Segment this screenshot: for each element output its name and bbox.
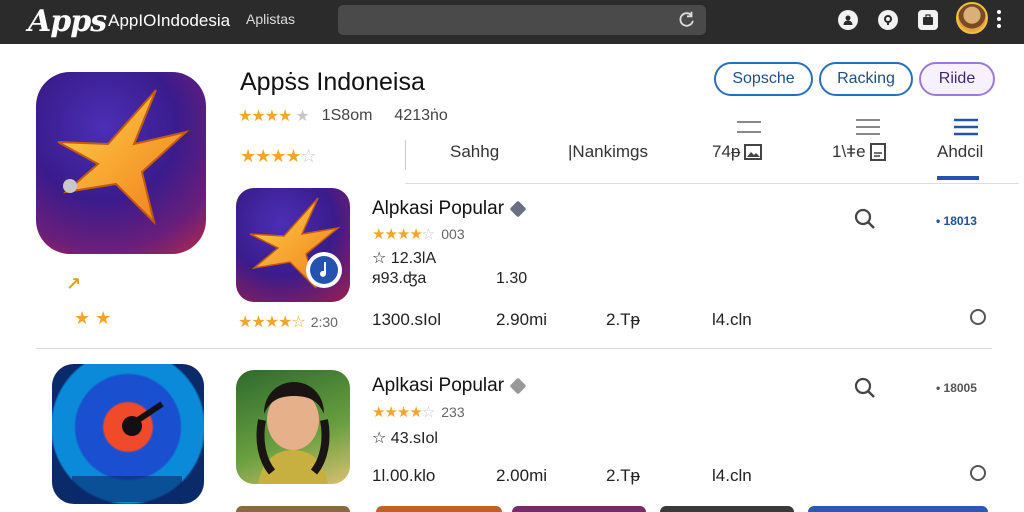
active-tab-indicator	[937, 176, 979, 180]
profile-icon[interactable]	[838, 10, 858, 30]
stars-empty: ☆	[421, 404, 436, 421]
rating-count: 1S8om	[321, 107, 373, 124]
pill-racking[interactable]: Racking	[819, 62, 913, 96]
stars-filled: ★★★★	[372, 404, 423, 421]
menu-lines-icon	[856, 119, 880, 135]
tab-74-label: 74ᵽ	[712, 142, 741, 161]
row-1-line2: ᴙ93.ʤa	[372, 270, 427, 287]
row-1-cell-3: 2.Tᵽ	[606, 310, 641, 329]
tab-74[interactable]: 74ᵽ	[712, 142, 763, 162]
rating-stars: ★★★★	[238, 108, 292, 125]
top-bar: Apps AppIOIndodesia Aplistas	[0, 0, 1024, 44]
row-2-title-text: Aplkasi Popular	[372, 375, 505, 396]
trend-arrow-icon: ↗	[66, 274, 82, 294]
row-1-title[interactable]: Alpkasi Popular	[372, 198, 527, 220]
tab-nankimgs[interactable]: |Nankimgs	[568, 142, 648, 162]
tab-1ne[interactable]: 1\ǂe	[832, 142, 886, 162]
app-icon-row-2[interactable]	[52, 364, 204, 504]
row-2-rating: ★★★★☆ 233	[372, 403, 465, 421]
small-stars: ★ ★	[74, 308, 112, 328]
logo-mark: Apps	[28, 3, 107, 39]
tabs-underline	[405, 183, 1019, 184]
tab-sahhg[interactable]: Sahhg	[450, 142, 499, 162]
next-row-thumb	[236, 506, 350, 512]
next-row-thumb	[376, 506, 502, 512]
verified-badge-icon	[509, 377, 527, 395]
star-logo-icon	[57, 89, 190, 226]
next-row-thumb	[512, 506, 646, 512]
download-count: 4213ṅo	[394, 107, 448, 124]
page-title: Appṡs Indoneisa	[240, 68, 425, 96]
row-1-line2-value: 1.30	[496, 270, 528, 287]
portrait-photo	[256, 382, 330, 484]
stars-filled: ★★★★	[372, 226, 423, 243]
row-2-cell-2: 2.00mi	[496, 466, 548, 485]
next-row-thumb	[660, 506, 794, 512]
top-nav-link[interactable]: Aplistas	[246, 11, 295, 27]
stars-empty: ☆	[421, 226, 436, 243]
rating-star-empty: ★	[295, 108, 310, 125]
image-icon	[744, 144, 763, 160]
next-row-thumb	[808, 506, 988, 512]
row-2-cell-4: l4.cln	[712, 466, 752, 485]
hero-stars-line: ★★★★☆	[240, 146, 317, 167]
rating-count: 233	[441, 404, 465, 420]
stars-filled: ★★★★☆	[238, 314, 306, 331]
briefcase-icon[interactable]	[918, 10, 938, 30]
tab-ahdcil[interactable]: Ahdcil	[937, 142, 983, 162]
row-1-left-rating: ★★★★☆ 2:30	[238, 312, 338, 332]
pill-riide[interactable]: Riide	[919, 62, 995, 96]
row-2-radio[interactable]	[970, 465, 986, 481]
row-1-radio[interactable]	[970, 309, 986, 325]
location-icon[interactable]	[878, 10, 898, 30]
pill-sopsche[interactable]: Sopsche	[714, 62, 813, 96]
featured-app-icon[interactable]	[36, 72, 206, 254]
more-menu-icon[interactable]	[996, 8, 1002, 30]
document-icon	[869, 143, 886, 161]
refresh-icon[interactable]	[678, 10, 696, 28]
user-avatar[interactable]	[956, 2, 988, 34]
app-logo[interactable]: Apps AppIOIndodesia	[28, 2, 230, 40]
search-icon[interactable]	[854, 208, 876, 230]
search-input[interactable]	[338, 5, 706, 35]
speedometer-icon	[72, 401, 182, 502]
row-1-cell-4: l4.cln	[712, 310, 752, 329]
rating-count: 003	[441, 226, 465, 242]
tab-1ne-label: 1\ǂe	[832, 142, 866, 161]
row-1-title-text: Alpkasi Popular	[372, 198, 505, 219]
row-2-cell-1: 1l.00.klo	[372, 466, 436, 485]
row-separator	[36, 348, 992, 349]
row-1-cell-2: 2.90mi	[496, 310, 548, 329]
verified-badge-icon	[509, 200, 527, 218]
row-1-line1: ☆ 12.3lA	[372, 250, 437, 267]
hero-rating: ★★★★ ★ 1S8om 4213ṅo	[238, 106, 448, 126]
row-2-cell-3: 2.Tᵽ	[606, 466, 641, 485]
row-2-size: • 18005	[936, 381, 977, 395]
menu-lines-icon	[737, 121, 761, 133]
tabs-divider	[405, 140, 406, 170]
row-2-title[interactable]: Aplkasi Popular	[372, 375, 527, 397]
app-icon-row-1[interactable]	[236, 188, 350, 302]
menu-lines-icon	[954, 118, 978, 136]
star-logo-icon	[249, 197, 342, 289]
row-1-size: • 18013	[936, 214, 977, 228]
stars-filled: ★★★★	[240, 146, 302, 166]
rating-value: 2:30	[310, 314, 338, 330]
row-1-cell-1: 1300.sIol	[372, 310, 441, 329]
row-1-rating: ★★★★☆ 003	[372, 225, 465, 243]
row-2-line1: ☆ 43.sIol	[372, 430, 438, 447]
app-icon-row-2b[interactable]	[236, 370, 350, 484]
search-icon[interactable]	[854, 377, 876, 399]
stars-empty: ☆	[300, 146, 317, 166]
logo-text: AppIOIndodesia	[108, 11, 231, 30]
